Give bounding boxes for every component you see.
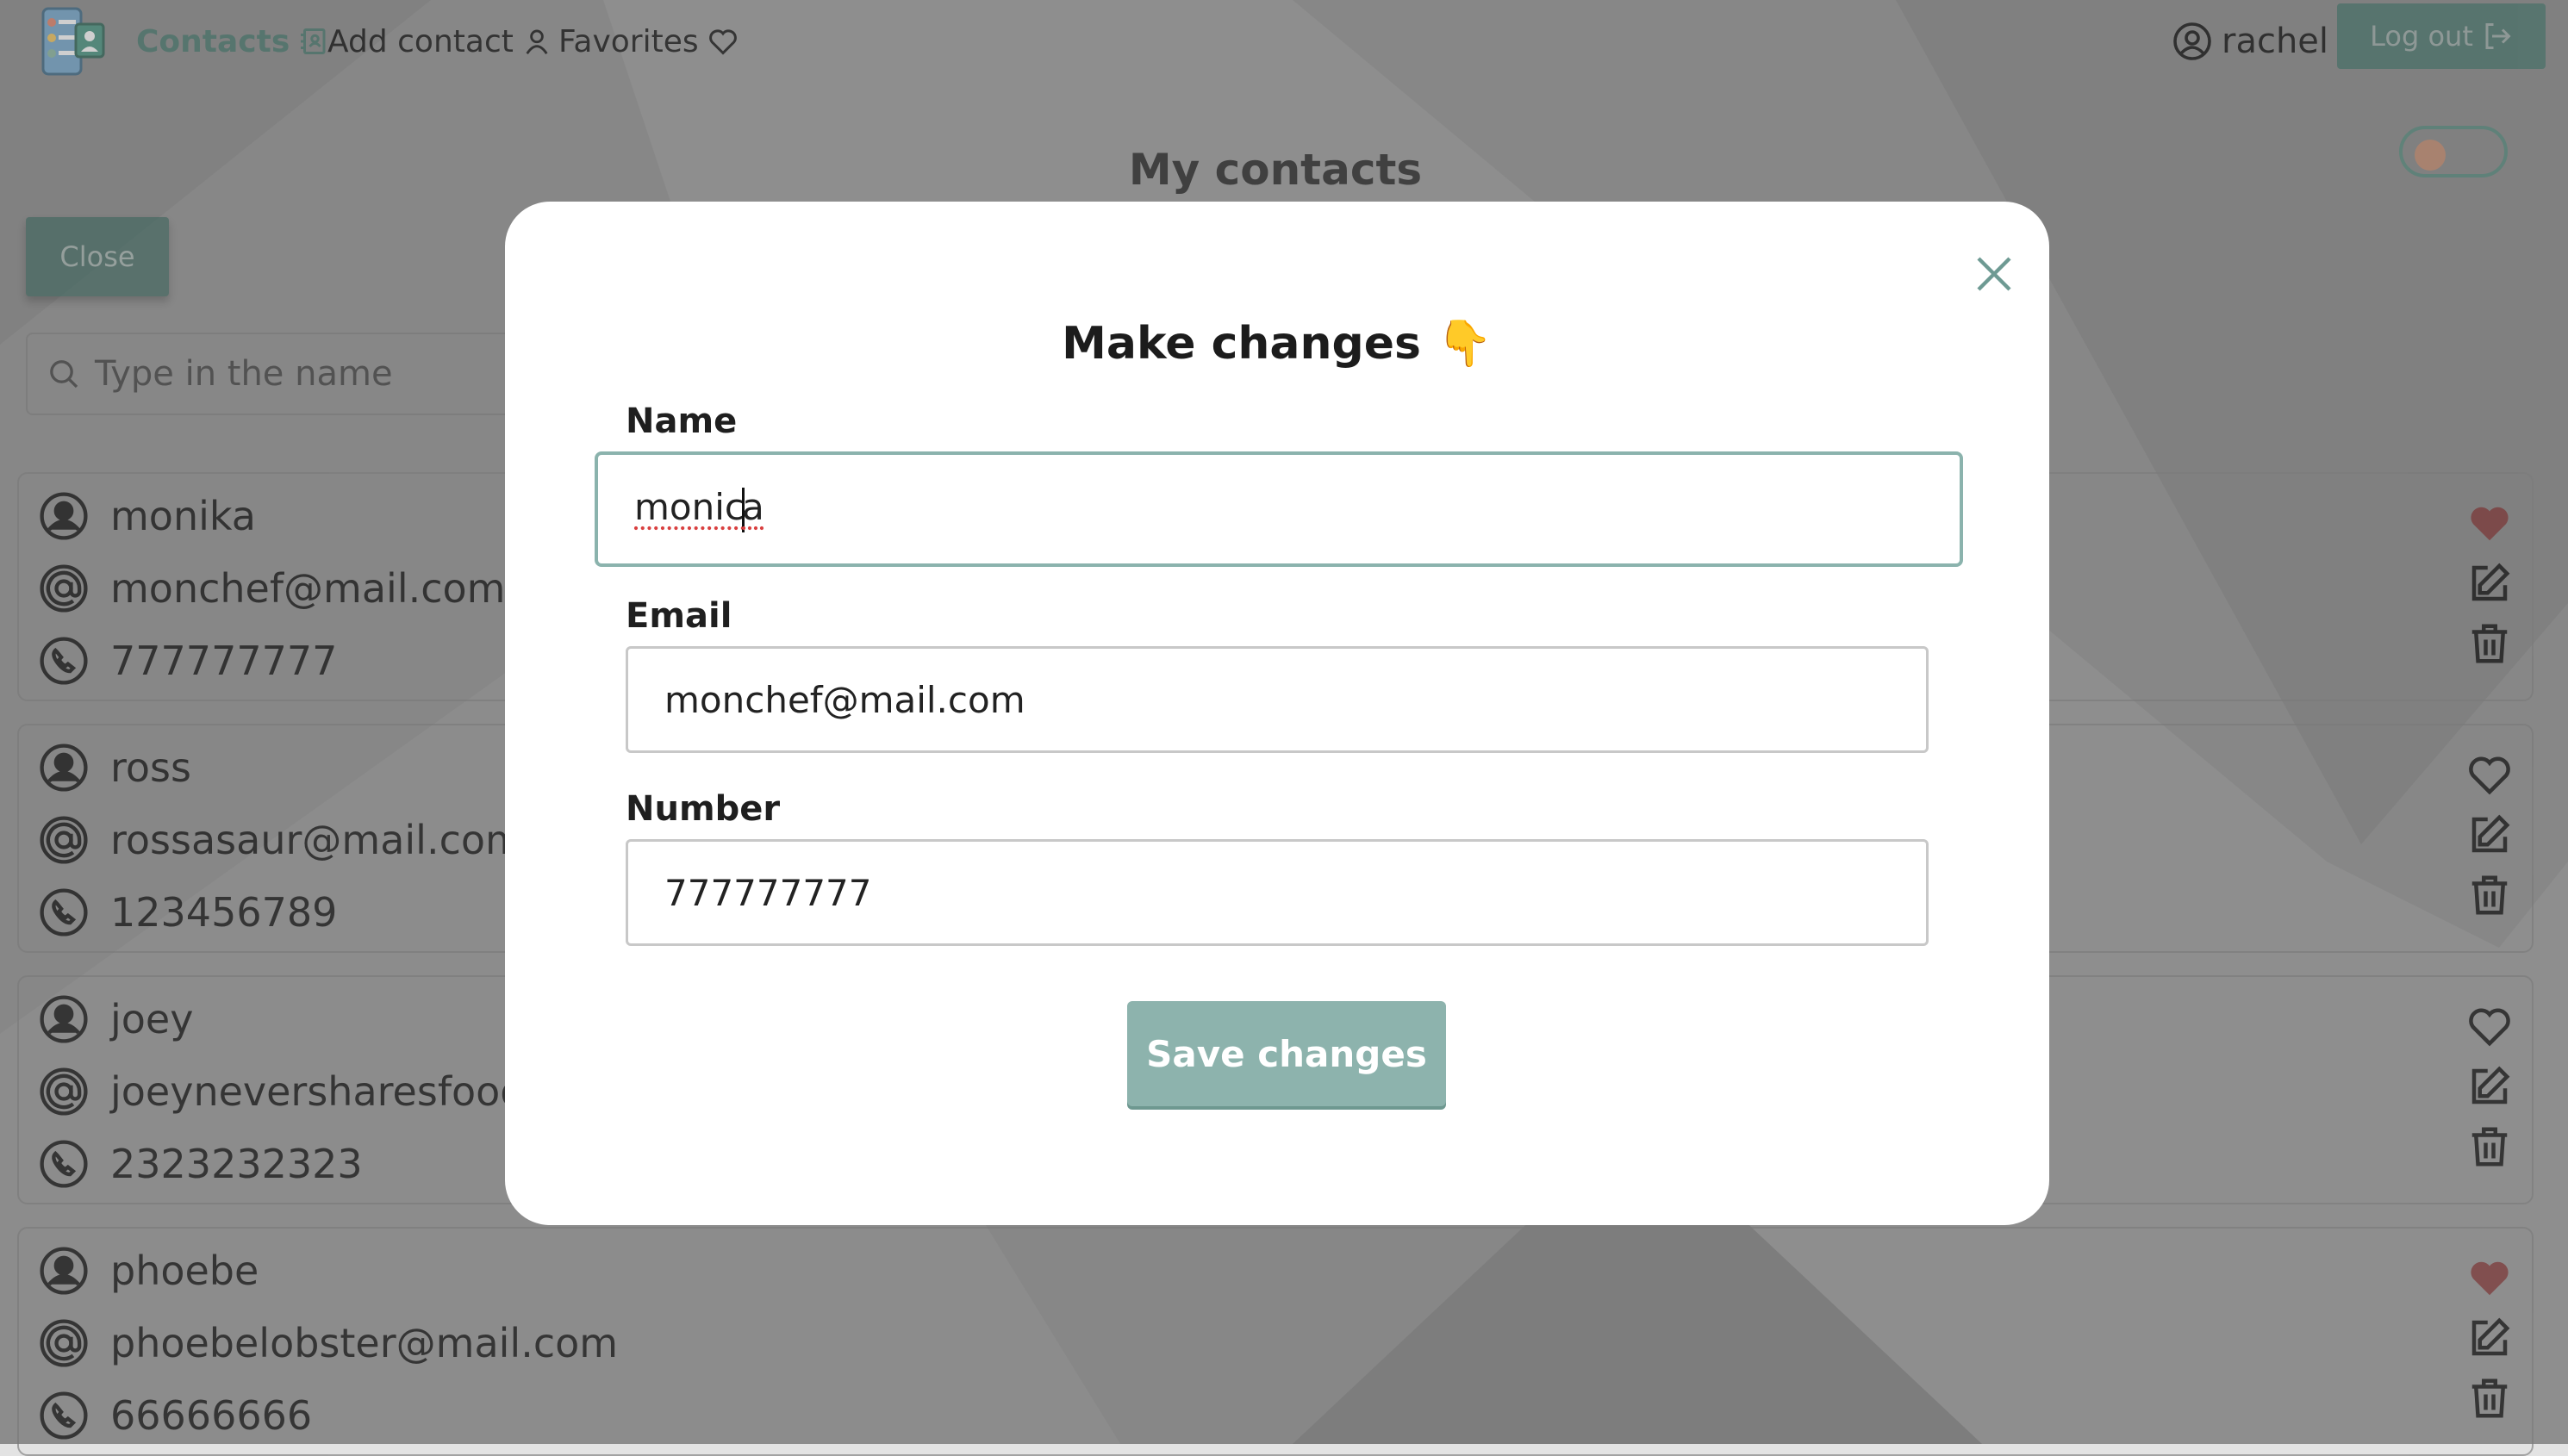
phone-icon	[36, 1136, 91, 1192]
close-icon	[1977, 257, 2011, 291]
favorite-heart-icon[interactable]	[2465, 750, 2515, 800]
contact-name-row: ross	[36, 737, 191, 798]
contact-name: joey	[110, 996, 194, 1042]
contact-name: ross	[110, 744, 191, 791]
at-sign-icon	[36, 1316, 91, 1371]
email-input[interactable]: monchef@mail.com	[626, 646, 1929, 753]
contact-name-row: joey	[36, 989, 193, 1049]
phone-icon	[36, 633, 91, 688]
contact-email-row: phoebelobster@mail.com	[36, 1313, 618, 1373]
email-value: monchef@mail.com	[664, 678, 1025, 721]
contact-name-row: monika	[36, 486, 256, 546]
favorite-heart-icon[interactable]	[2465, 1001, 2515, 1051]
modal-close-button[interactable]	[1960, 240, 2029, 308]
contact-phone-row: 777777777	[36, 631, 337, 691]
person-icon	[36, 488, 91, 544]
number-value: 777777777	[664, 871, 872, 914]
phone-icon	[36, 1388, 91, 1443]
contact-phone-row: 123456789	[36, 882, 337, 943]
favorite-heart-icon[interactable]	[2465, 1253, 2515, 1303]
at-sign-icon	[36, 561, 91, 616]
close-button[interactable]: Close	[26, 217, 169, 296]
modal-title: Make changes 👇	[505, 317, 2049, 370]
contact-email: phoebelobster@mail.com	[110, 1320, 619, 1366]
trash-icon[interactable]	[2465, 1122, 2515, 1172]
contact-email: monchef@mail.com	[110, 565, 506, 612]
contact-name-row: phoebe	[36, 1241, 259, 1301]
contact-actions	[2465, 750, 2520, 930]
person-icon	[36, 740, 91, 795]
trash-icon[interactable]	[2465, 1373, 2515, 1423]
contact-name: phoebe	[110, 1248, 259, 1294]
number-input[interactable]: 777777777	[626, 839, 1929, 946]
contact-phone-row: 2323232323	[36, 1134, 363, 1194]
name-input[interactable]: monica	[595, 451, 1963, 567]
search-icon	[50, 360, 78, 389]
person-icon	[36, 1243, 91, 1298]
search-placeholder: Type in the name	[95, 354, 393, 394]
page-title: My contacts	[1128, 145, 1423, 195]
at-sign-icon	[36, 1064, 91, 1119]
trash-icon[interactable]	[2465, 870, 2515, 920]
save-changes-button[interactable]: Save changes	[1127, 1001, 1446, 1106]
contact-phone: 2323232323	[110, 1141, 363, 1187]
favorite-heart-icon[interactable]	[2465, 498, 2515, 548]
contact-email-row: monchef@mail.com	[36, 558, 505, 619]
contact-email-row: joeyneversharesfood@	[36, 1061, 565, 1122]
contact-phone: 66666666	[110, 1392, 313, 1439]
contact-card: phoebe phoebelobster@mail.com 66666666	[17, 1227, 2534, 1456]
search-box[interactable]: Type in the name	[26, 333, 560, 415]
contact-actions	[2465, 1253, 2520, 1434]
phone-icon	[36, 885, 91, 940]
pointing-down-emoji: 👇	[1437, 318, 1493, 370]
contact-actions	[2465, 498, 2520, 679]
contact-phone: 123456789	[110, 889, 338, 936]
at-sign-icon	[36, 812, 91, 868]
contact-name: monika	[110, 493, 256, 539]
theme-toggle[interactable]	[2399, 126, 2508, 177]
edit-icon[interactable]	[2465, 1313, 2515, 1363]
toggle-knob	[2415, 140, 2446, 171]
edit-icon[interactable]	[2465, 558, 2515, 608]
number-label: Number	[626, 789, 781, 829]
name-label: Name	[626, 401, 738, 441]
contact-phone: 777777777	[110, 638, 338, 684]
edit-icon[interactable]	[2465, 810, 2515, 860]
contact-email: rossasaur@mail.com	[110, 817, 524, 863]
contact-phone-row: 66666666	[36, 1385, 312, 1446]
contact-email: joeyneversharesfood@	[110, 1068, 565, 1115]
contact-actions	[2465, 1001, 2520, 1182]
name-value: monica	[634, 486, 764, 532]
person-icon	[36, 992, 91, 1047]
edit-icon[interactable]	[2465, 1061, 2515, 1111]
email-label: Email	[626, 596, 732, 636]
trash-icon[interactable]	[2465, 619, 2515, 669]
contact-email-row: rossasaur@mail.com	[36, 810, 524, 870]
modal-title-text: Make changes	[1062, 318, 1421, 370]
edit-contact-modal: Make changes 👇 Name monica Email monchef…	[505, 202, 2049, 1225]
